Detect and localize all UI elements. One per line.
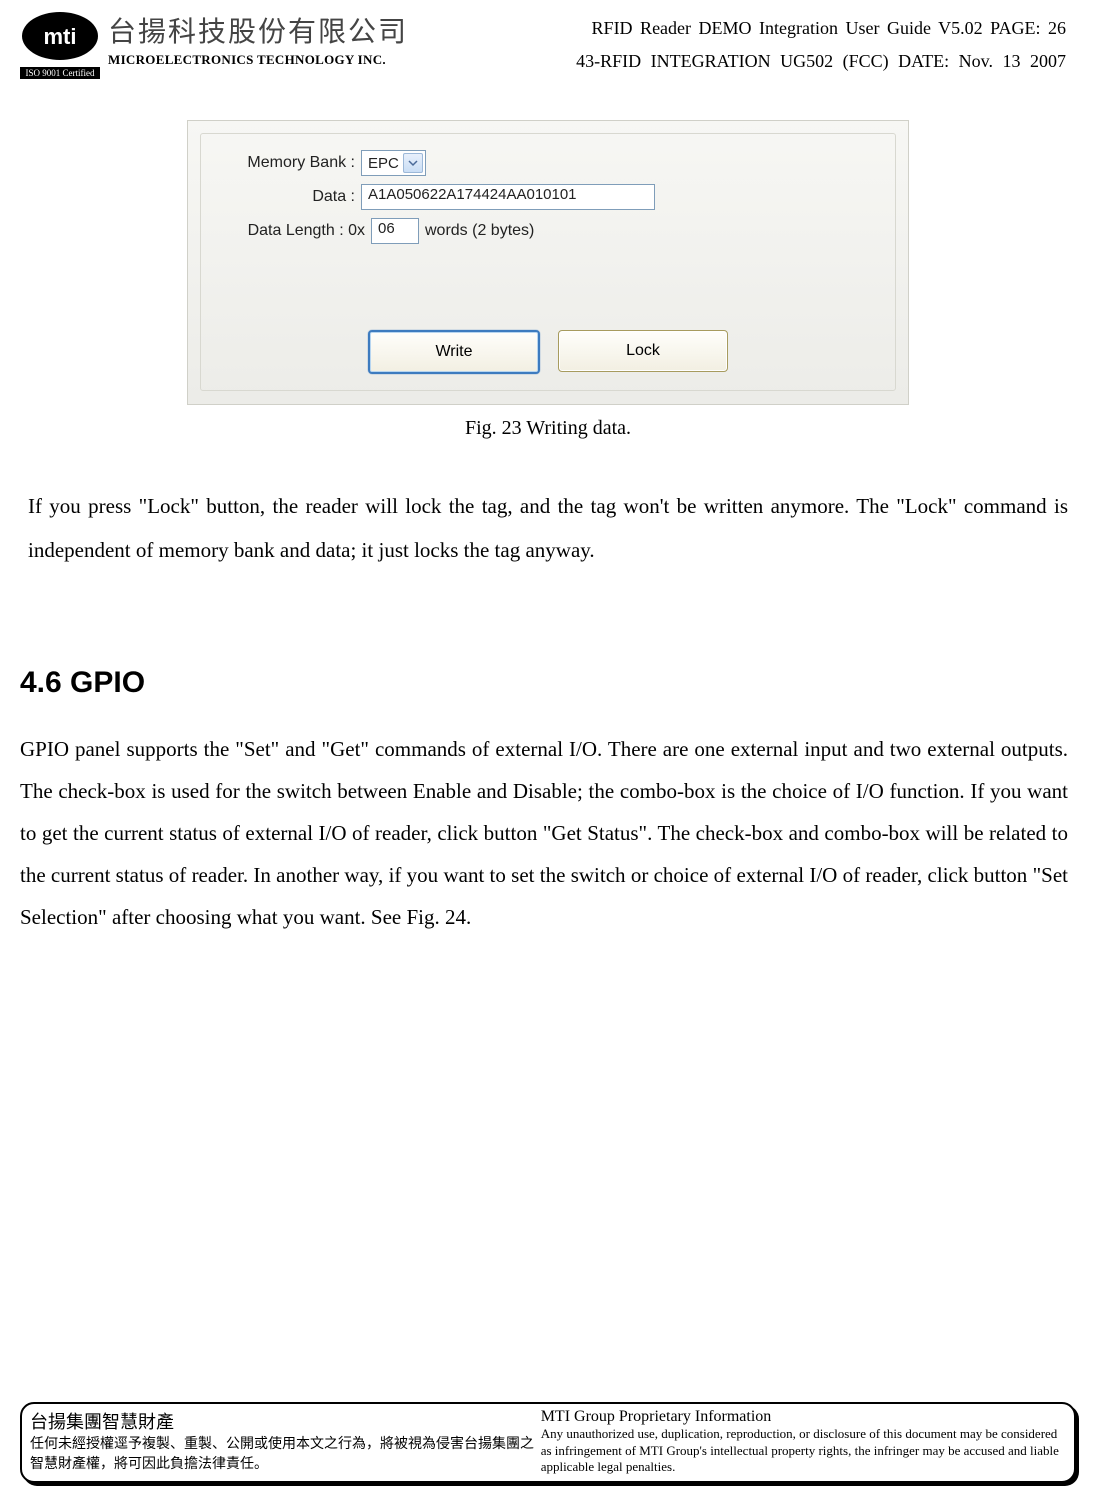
figure-caption: Fig. 23 Writing data. xyxy=(178,417,918,440)
footer-cn-body: 任何未經授權逕予複製、重製、公開或使用本文之行為，將被視為侵害台揚集團之智慧財產… xyxy=(30,1434,535,1473)
iso-badge: ISO 9001 Certified xyxy=(20,67,100,79)
data-length-label: Data Length : 0x xyxy=(215,222,365,240)
memory-bank-label: Memory Bank : xyxy=(215,154,355,172)
doc-info: RFID Reader DEMO Integration User Guide … xyxy=(450,10,1076,72)
data-length-suffix: words (2 bytes) xyxy=(425,222,534,240)
data-label: Data : xyxy=(215,188,355,206)
footer-en-body: Any unauthorized use, duplication, repro… xyxy=(541,1426,1066,1475)
company-name-en: MICROELECTRONICS TECHNOLOGY INC. xyxy=(108,52,408,68)
paragraph-gpio-description: GPIO panel supports the "Set" and "Get" … xyxy=(20,728,1068,938)
paragraph-lock-description: If you press "Lock" button, the reader w… xyxy=(28,484,1068,572)
lock-button[interactable]: Lock xyxy=(558,330,728,372)
chevron-down-icon[interactable] xyxy=(403,153,423,173)
proprietary-notice-box: 台揚集團智慧財產 任何未經授權逕予複製、重製、公開或使用本文之行為，將被視為侵害… xyxy=(20,1402,1076,1483)
doc-code-date: 43-RFID INTEGRATION UG502 (FCC) DATE: No… xyxy=(450,51,1066,72)
mti-logo-icon: mti xyxy=(20,10,100,62)
company-logo-block: mti ISO 9001 Certified 台揚科技股份有限公司 MICROE… xyxy=(20,10,450,80)
company-logo: mti ISO 9001 Certified xyxy=(20,10,100,80)
memory-bank-select[interactable]: EPC xyxy=(361,150,426,176)
page-footer: 台揚集團智慧財產 任何未經授權逕予複製、重製、公開或使用本文之行為，將被視為侵害… xyxy=(20,1402,1076,1483)
page-header: mti ISO 9001 Certified 台揚科技股份有限公司 MICROE… xyxy=(0,0,1096,80)
memory-bank-value: EPC xyxy=(368,155,399,172)
doc-title-page: RFID Reader DEMO Integration User Guide … xyxy=(450,18,1066,39)
panel-groupbox: Memory Bank : EPC Data : A1A050622A17442… xyxy=(200,133,896,391)
svg-text:mti: mti xyxy=(44,24,77,49)
company-name-cn: 台揚科技股份有限公司 xyxy=(108,10,408,50)
figure-23: Memory Bank : EPC Data : A1A050622A17442… xyxy=(178,120,918,440)
footer-en-title: MTI Group Proprietary Information xyxy=(541,1408,1066,1426)
data-length-input[interactable]: 06 xyxy=(371,218,419,244)
write-button[interactable]: Write xyxy=(368,330,540,374)
section-heading-gpio: 4.6 GPIO xyxy=(20,666,1096,700)
data-input[interactable]: A1A050622A174424AA010101 xyxy=(361,184,655,210)
footer-cn-title: 台揚集團智慧財產 xyxy=(30,1408,535,1434)
writing-data-panel: Memory Bank : EPC Data : A1A050622A17442… xyxy=(187,120,909,405)
